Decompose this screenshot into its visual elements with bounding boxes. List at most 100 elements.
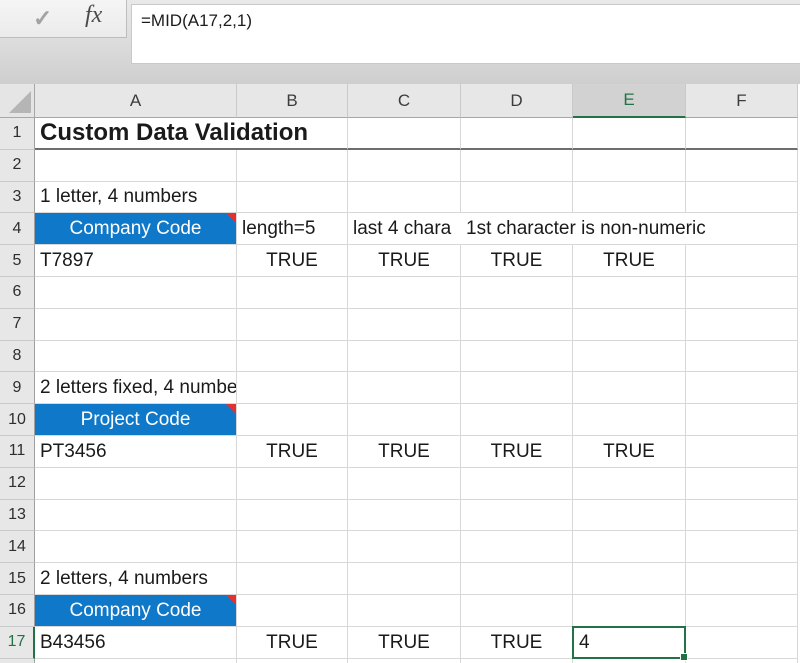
cell-C12[interactable] <box>348 468 461 500</box>
row-header-6[interactable]: 6 <box>0 277 35 309</box>
cell-E16[interactable] <box>573 595 686 627</box>
cell-D12[interactable] <box>461 468 573 500</box>
cell-F2[interactable] <box>686 150 798 182</box>
column-header-D[interactable]: D <box>461 84 573 118</box>
column-header-E[interactable]: E <box>573 84 686 118</box>
cell-D16[interactable] <box>461 595 573 627</box>
cell-F7[interactable] <box>686 309 798 341</box>
cell-D4[interactable]: 1st character is non-numeric <box>461 213 573 245</box>
cell-C1[interactable] <box>348 118 461 150</box>
row-header-3[interactable]: 3 <box>0 182 35 214</box>
cell-F3[interactable] <box>686 182 798 214</box>
cell-A8[interactable] <box>35 341 237 373</box>
row-header-1[interactable]: 1 <box>0 118 35 150</box>
cell-B17[interactable]: TRUE <box>237 627 348 659</box>
cell-C15[interactable] <box>348 563 461 595</box>
cell-D14[interactable] <box>461 531 573 563</box>
cell-D17[interactable]: TRUE <box>461 627 573 659</box>
column-header-F[interactable]: F <box>686 84 798 118</box>
cell-B6[interactable] <box>237 277 348 309</box>
cell-F9[interactable] <box>686 372 798 404</box>
cell-C10[interactable] <box>348 404 461 436</box>
cell-B4[interactable]: length=5 <box>237 213 348 245</box>
cell-D9[interactable] <box>461 372 573 404</box>
cell-A1[interactable]: Custom Data Validation <box>35 118 237 150</box>
cell-F6[interactable] <box>686 277 798 309</box>
column-header-B[interactable]: B <box>237 84 348 118</box>
cell-F1[interactable] <box>686 118 798 150</box>
cell-F13[interactable] <box>686 500 798 532</box>
cell-E14[interactable] <box>573 531 686 563</box>
cell-A11[interactable]: PT3456 <box>35 436 237 468</box>
cell-C9[interactable] <box>348 372 461 404</box>
cell-C4[interactable]: last 4 chara <box>348 213 461 245</box>
cell-F17[interactable] <box>686 627 798 659</box>
cell-A6[interactable] <box>35 277 237 309</box>
cell-B18[interactable] <box>237 659 348 663</box>
cell-C11[interactable]: TRUE <box>348 436 461 468</box>
cell-E13[interactable] <box>573 500 686 532</box>
cell-E9[interactable] <box>573 372 686 404</box>
row-header-2[interactable]: 2 <box>0 150 35 182</box>
cell-F8[interactable] <box>686 341 798 373</box>
cell-E1[interactable] <box>573 118 686 150</box>
cell-D1[interactable] <box>461 118 573 150</box>
cell-C8[interactable] <box>348 341 461 373</box>
cell-A13[interactable] <box>35 500 237 532</box>
cell-B11[interactable]: TRUE <box>237 436 348 468</box>
row-header-4[interactable]: 4 <box>0 213 35 245</box>
cell-B9[interactable] <box>237 372 348 404</box>
cell-C7[interactable] <box>348 309 461 341</box>
cell-E6[interactable] <box>573 277 686 309</box>
cell-B3[interactable] <box>237 182 348 214</box>
enter-check-icon[interactable]: ✓ <box>33 5 52 32</box>
cell-B7[interactable] <box>237 309 348 341</box>
cell-F14[interactable] <box>686 531 798 563</box>
cell-E10[interactable] <box>573 404 686 436</box>
cell-A15[interactable]: 2 letters, 4 numbers <box>35 563 237 595</box>
cell-A7[interactable] <box>35 309 237 341</box>
row-header-5[interactable]: 5 <box>0 245 35 277</box>
cell-E2[interactable] <box>573 150 686 182</box>
row-header-11[interactable]: 11 <box>0 436 35 468</box>
cell-C13[interactable] <box>348 500 461 532</box>
cell-A16[interactable]: Company Code <box>35 595 237 627</box>
cell-D8[interactable] <box>461 341 573 373</box>
cell-E5[interactable]: TRUE <box>573 245 686 277</box>
cell-B12[interactable] <box>237 468 348 500</box>
cell-C18[interactable] <box>348 659 461 663</box>
cell-A14[interactable] <box>35 531 237 563</box>
cell-E3[interactable] <box>573 182 686 214</box>
cell-F15[interactable] <box>686 563 798 595</box>
cell-D10[interactable] <box>461 404 573 436</box>
cell-E7[interactable] <box>573 309 686 341</box>
row-header-18[interactable] <box>0 659 35 663</box>
column-header-A[interactable]: A <box>35 84 237 118</box>
row-header-10[interactable]: 10 <box>0 404 35 436</box>
cell-F10[interactable] <box>686 404 798 436</box>
cell-A2[interactable] <box>35 150 237 182</box>
cell-E17[interactable]: 4 <box>573 627 686 659</box>
cell-D6[interactable] <box>461 277 573 309</box>
cell-A12[interactable] <box>35 468 237 500</box>
cell-A4[interactable]: Company Code <box>35 213 237 245</box>
cell-D5[interactable]: TRUE <box>461 245 573 277</box>
cell-E8[interactable] <box>573 341 686 373</box>
row-header-7[interactable]: 7 <box>0 309 35 341</box>
cell-E12[interactable] <box>573 468 686 500</box>
cell-B2[interactable] <box>237 150 348 182</box>
insert-function-fx-icon[interactable]: fx <box>85 2 102 29</box>
cell-C14[interactable] <box>348 531 461 563</box>
cell-F16[interactable] <box>686 595 798 627</box>
cell-F18[interactable] <box>686 659 798 663</box>
cell-A10[interactable]: Project Code <box>35 404 237 436</box>
cell-C16[interactable] <box>348 595 461 627</box>
formula-input[interactable]: =MID(A17,2,1) <box>131 4 800 64</box>
row-header-8[interactable]: 8 <box>0 341 35 373</box>
row-header-9[interactable]: 9 <box>0 372 35 404</box>
cell-D15[interactable] <box>461 563 573 595</box>
cell-B13[interactable] <box>237 500 348 532</box>
cell-D11[interactable]: TRUE <box>461 436 573 468</box>
cell-C6[interactable] <box>348 277 461 309</box>
cell-F11[interactable] <box>686 436 798 468</box>
